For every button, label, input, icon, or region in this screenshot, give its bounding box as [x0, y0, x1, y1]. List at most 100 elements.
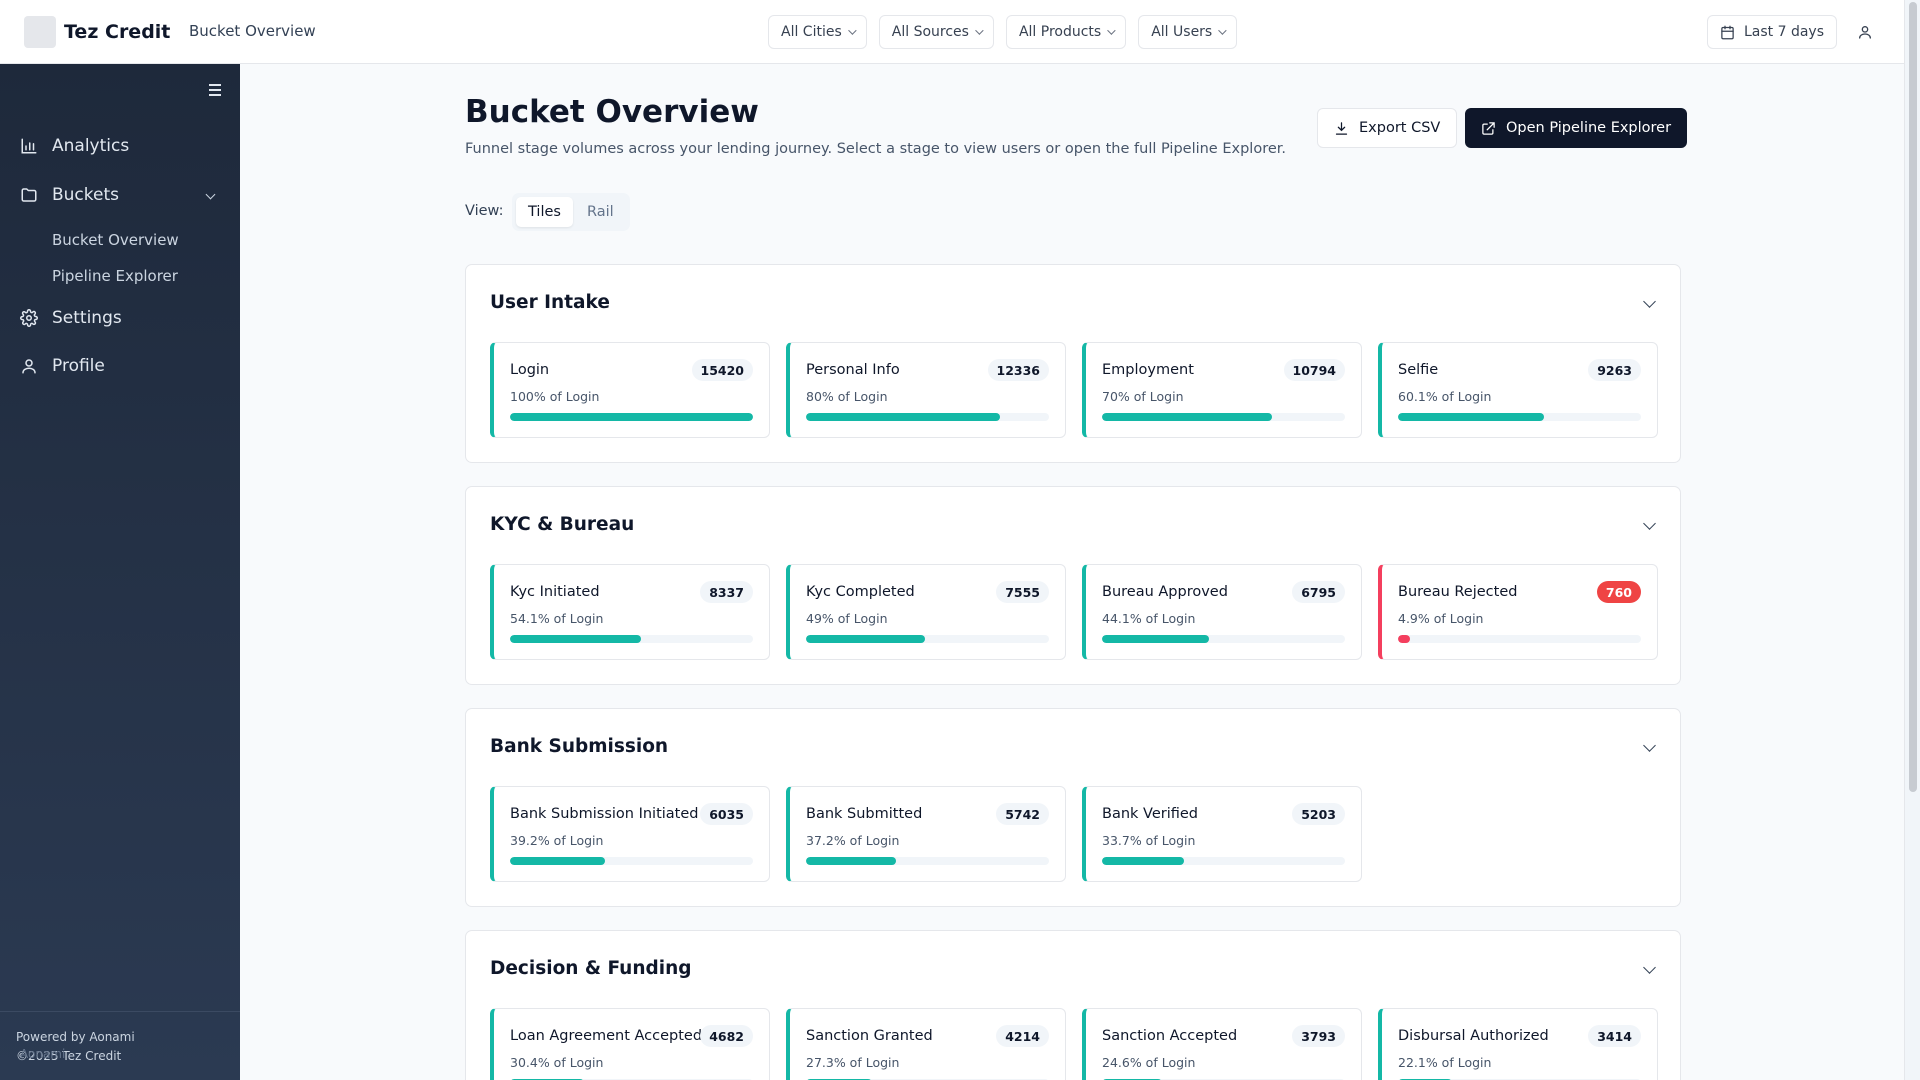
- stage-percent: 70% of Login: [1102, 389, 1184, 404]
- stage-name: Personal Info: [806, 362, 900, 378]
- stage-tile[interactable]: Sanction Granted 4214 27.3% of Login: [786, 1008, 1066, 1080]
- count-badge: 15420: [691, 359, 753, 381]
- date-range-label: Last 7 days: [1744, 24, 1825, 40]
- stage-tile[interactable]: Personal Info 12336 80% of Login: [786, 342, 1066, 438]
- progress-bar: [1102, 857, 1345, 865]
- stage-percent: 100% of Login: [510, 389, 600, 404]
- calendar-icon: [1721, 25, 1734, 39]
- menu-icon-line: [209, 89, 221, 91]
- progress-bar: [1398, 635, 1641, 643]
- stage-name: Sanction Accepted: [1102, 1028, 1238, 1044]
- source-filter-label: All Sources: [891, 24, 969, 40]
- scroll-thumb[interactable]: [1909, 2, 1917, 792]
- chevron-down-icon[interactable]: [1641, 961, 1659, 979]
- user-filter[interactable]: All Users: [1138, 15, 1238, 49]
- open-pipeline-explorer-button[interactable]: Open Pipeline Explorer: [1465, 108, 1688, 148]
- progress-fill: [806, 857, 897, 865]
- sidebar-item-buckets[interactable]: Buckets: [20, 185, 220, 205]
- menu-icon: [209, 84, 221, 86]
- page-scrollbar[interactable]: [1904, 0, 1920, 1080]
- sidebar: Analytics Buckets Bucket Overview Pipeli…: [0, 64, 240, 1080]
- stage-percent: 80% of Login: [806, 389, 888, 404]
- stage-tile[interactable]: Sanction Accepted 3793 24.6% of Login: [1082, 1008, 1362, 1080]
- view-rail-button[interactable]: Rail: [575, 197, 626, 227]
- brand[interactable]: Tez Credit: [24, 16, 170, 48]
- page-subtitle: Funnel stage volumes across your lending…: [465, 141, 1286, 157]
- progress-fill: [1102, 635, 1210, 643]
- sidebar-item-profile[interactable]: Profile: [20, 356, 220, 376]
- user-menu-button[interactable]: [1854, 21, 1876, 43]
- chevron-down-icon[interactable]: [1641, 295, 1659, 313]
- stage-name: Kyc Completed: [806, 584, 915, 600]
- sidebar-toggle[interactable]: [206, 80, 226, 100]
- bucket-section: Bank Submission Bank Submission Initiated…: [465, 708, 1681, 907]
- count-badge: 4682: [700, 1025, 753, 1047]
- stage-tile[interactable]: Kyc Initiated 8337 54.1% of Login: [490, 564, 770, 660]
- stage-tile[interactable]: Bank Submitted 5742 37.2% of Login: [786, 786, 1066, 882]
- export-csv-button[interactable]: Export CSV: [1317, 108, 1458, 148]
- stage-tile[interactable]: Bank Verified 5203 33.7% of Login: [1082, 786, 1362, 882]
- stage-tile[interactable]: Disbursal Authorized 3414 22.1% of Login: [1378, 1008, 1658, 1080]
- sidebar-item-label: Buckets: [52, 185, 120, 205]
- sidebar-subitem-bucket-overview[interactable]: Bucket Overview: [52, 231, 179, 249]
- sidebar-item-label: Settings: [52, 308, 122, 328]
- progress-fill: [510, 857, 606, 865]
- stage-tiles: Loan Agreement Accepted 4682 30.4% of Logi…: [490, 1008, 1658, 1080]
- chevron-down-icon[interactable]: [1641, 517, 1659, 535]
- chevron-down-icon[interactable]: [205, 189, 216, 200]
- stage-percent: 44.1% of Login: [1102, 611, 1196, 626]
- stage-percent: 49% of Login: [806, 611, 888, 626]
- progress-bar: [806, 635, 1049, 643]
- stage-name: Employment: [1102, 362, 1194, 378]
- sidebar-item-label: Profile: [52, 356, 105, 376]
- progress-fill: [1398, 413, 1545, 421]
- stage-tile[interactable]: Bank Submission Initiated 6035 39.2% of Lo…: [490, 786, 770, 882]
- stage-tile[interactable]: Loan Agreement Accepted 4682 30.4% of Logi…: [490, 1008, 770, 1080]
- sidebar-item-settings[interactable]: Settings: [20, 308, 220, 328]
- stage-tile[interactable]: Employment 10794 70% of Login: [1082, 342, 1362, 438]
- progress-fill: [1102, 413, 1273, 421]
- brand-name: Tez Credit: [64, 21, 171, 43]
- sidebar-item-analytics[interactable]: Analytics: [20, 136, 220, 156]
- stage-percent: 22.1% of Login: [1398, 1055, 1492, 1070]
- download-icon: [1335, 121, 1348, 135]
- progress-bar: [806, 413, 1049, 421]
- progress-fill: [510, 413, 753, 421]
- stage-tile[interactable]: Login 15420 100% of Login: [490, 342, 770, 438]
- stage-percent: 54.1% of Login: [510, 611, 604, 626]
- stage-name: Bank Submission Initiated: [510, 806, 699, 822]
- view-toggle: Tiles Rail: [512, 193, 630, 231]
- count-badge: 5742: [996, 803, 1049, 825]
- stage-tile[interactable]: Bureau Rejected 760 4.9% of Login: [1378, 564, 1658, 660]
- source-filter[interactable]: All Sources: [878, 15, 994, 49]
- section-title: User Intake: [490, 292, 610, 313]
- stage-percent: 33.7% of Login: [1102, 833, 1196, 848]
- breadcrumb: Bucket Overview: [189, 22, 316, 40]
- sidebar-subitem-pipeline-explorer[interactable]: Pipeline Explorer: [52, 267, 178, 285]
- open-pipeline-explorer-label: Open Pipeline Explorer: [1506, 120, 1672, 136]
- date-range-button[interactable]: Last 7 days: [1707, 15, 1838, 49]
- progress-bar: [1398, 413, 1641, 421]
- progress-bar: [510, 857, 753, 865]
- stage-name: Bank Submitted: [806, 806, 923, 822]
- city-filter[interactable]: All Cities: [768, 15, 867, 49]
- export-csv-label: Export CSV: [1359, 120, 1441, 136]
- stage-tile[interactable]: Kyc Completed 7555 49% of Login: [786, 564, 1066, 660]
- stage-tile[interactable]: Bureau Approved 6795 44.1% of Login: [1082, 564, 1362, 660]
- chevron-down-icon[interactable]: [1641, 739, 1659, 757]
- filter-bar: All Cities All Sources All Products All …: [768, 15, 1238, 49]
- stage-percent: 37.2% of Login: [806, 833, 900, 848]
- stage-tiles: Login 15420 100% of Login Personal Info 1233…: [490, 342, 1658, 438]
- count-badge: 6035: [700, 803, 753, 825]
- ghost-text: Aonami: [20, 1047, 66, 1061]
- stage-name: Selfie: [1398, 362, 1439, 378]
- product-filter[interactable]: All Products: [1005, 15, 1127, 49]
- stage-percent: 30.4% of Login: [510, 1055, 604, 1070]
- view-tiles-button[interactable]: Tiles: [516, 197, 573, 227]
- count-badge: 7555: [996, 581, 1049, 603]
- stage-tiles: Kyc Initiated 8337 54.1% of Login Kyc Compl…: [490, 564, 1658, 660]
- stage-tile[interactable]: Selfie 9263 60.1% of Login: [1378, 342, 1658, 438]
- stage-name: Bureau Approved: [1102, 584, 1228, 600]
- user-filter-label: All Users: [1151, 24, 1213, 40]
- stage-percent: 60.1% of Login: [1398, 389, 1492, 404]
